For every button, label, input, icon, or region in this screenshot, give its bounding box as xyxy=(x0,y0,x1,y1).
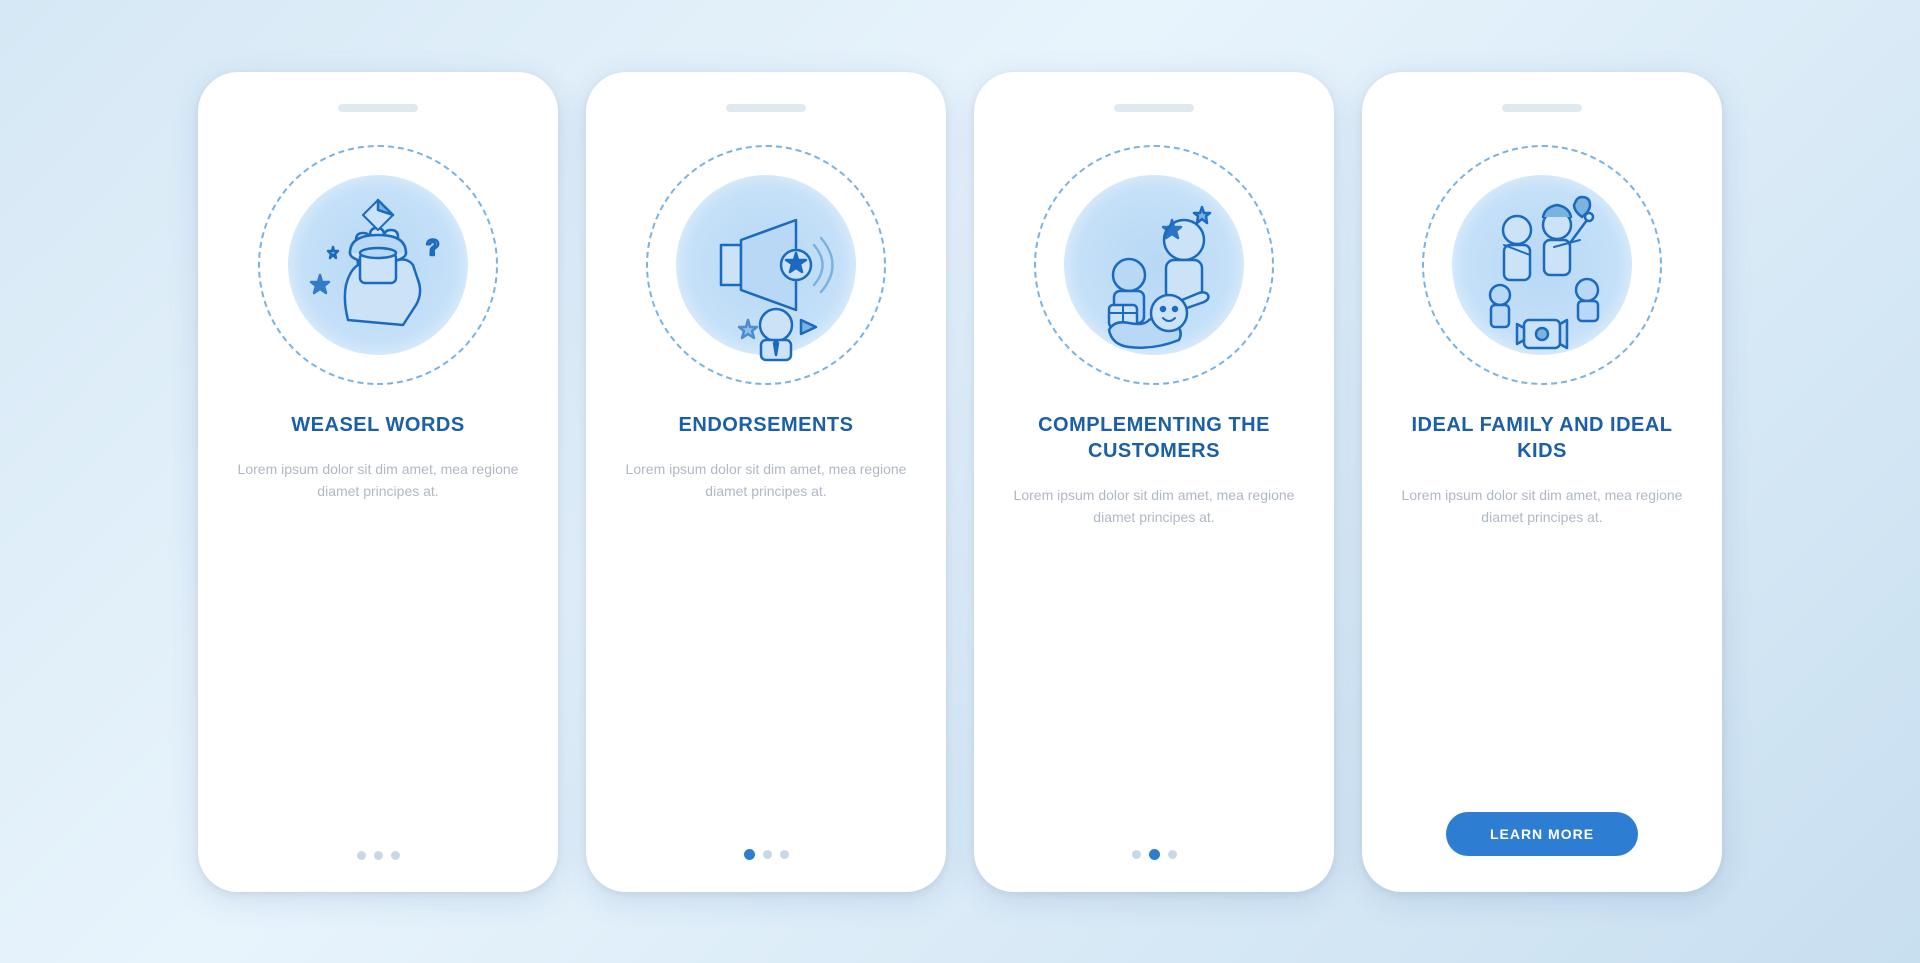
card-title-weasel-words: WEASEL WORDS xyxy=(291,412,464,438)
dots-weasel-words xyxy=(357,823,400,860)
phone-card-weasel-words: ? WEASEL WORDS Lorem ipsum dolor sit dim… xyxy=(198,72,558,892)
card-body-complementing: Lorem ipsum dolor sit dim amet, mea regi… xyxy=(1002,484,1306,529)
card-title-endorsements: ENDORSEMENTS xyxy=(679,412,854,438)
endorsements-icon xyxy=(666,165,866,365)
illustration-ideal-family xyxy=(1407,130,1677,400)
phone-notch xyxy=(1114,104,1194,112)
dot-2 xyxy=(763,850,772,859)
cards-container: ? WEASEL WORDS Lorem ipsum dolor sit dim… xyxy=(198,72,1722,892)
illustration-complementing xyxy=(1019,130,1289,400)
dot-1 xyxy=(1132,850,1141,859)
card-title-ideal-family: IDEAL FAMILY AND IDEAL KIDS xyxy=(1390,412,1694,464)
dot-3 xyxy=(391,851,400,860)
card-body-weasel-words: Lorem ipsum dolor sit dim amet, mea regi… xyxy=(226,458,530,503)
dot-1 xyxy=(744,849,755,860)
phone-card-ideal-family: IDEAL FAMILY AND IDEAL KIDS Lorem ipsum … xyxy=(1362,72,1722,892)
dot-3 xyxy=(1168,850,1177,859)
card-body-ideal-family: Lorem ipsum dolor sit dim amet, mea regi… xyxy=(1390,484,1694,529)
illustration-weasel-words: ? xyxy=(243,130,513,400)
card-title-complementing: COMPLEMENTING THE CUSTOMERS xyxy=(1002,412,1306,464)
dot-1 xyxy=(357,851,366,860)
phone-card-endorsements: ENDORSEMENTS Lorem ipsum dolor sit dim a… xyxy=(586,72,946,892)
dots-complementing xyxy=(1132,821,1177,860)
phone-card-complementing: COMPLEMENTING THE CUSTOMERS Lorem ipsum … xyxy=(974,72,1334,892)
weasel-words-icon: ? xyxy=(278,165,478,365)
dots-endorsements xyxy=(744,821,789,860)
card-body-endorsements: Lorem ipsum dolor sit dim amet, mea regi… xyxy=(614,458,918,503)
phone-notch xyxy=(338,104,418,112)
phone-notch xyxy=(1502,104,1582,112)
complementing-icon xyxy=(1054,165,1254,365)
dot-2 xyxy=(1149,849,1160,860)
svg-text:?: ? xyxy=(426,235,439,260)
dot-2 xyxy=(374,851,383,860)
illustration-endorsements xyxy=(631,130,901,400)
dot-3 xyxy=(780,850,789,859)
learn-more-button[interactable]: LEARN MORE xyxy=(1446,812,1638,856)
ideal-family-icon xyxy=(1442,165,1642,365)
phone-notch xyxy=(726,104,806,112)
